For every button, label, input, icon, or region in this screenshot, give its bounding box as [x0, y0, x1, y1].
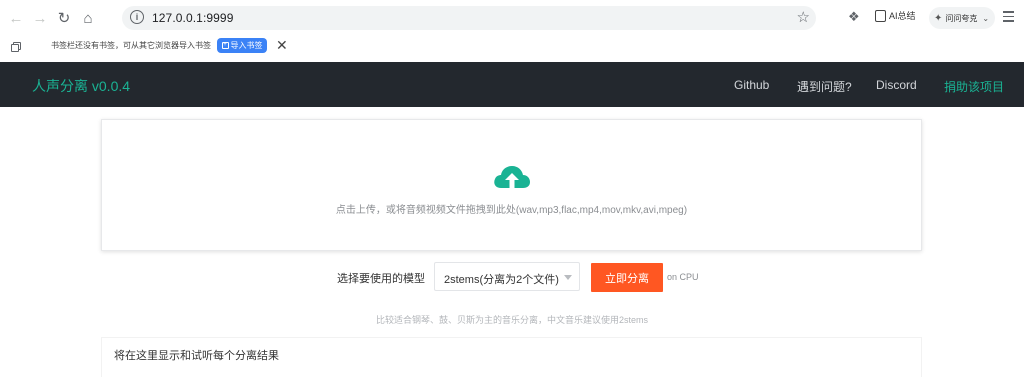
- browser-toolbar: ← → ↻ ⌂ i 127.0.0.1:9999 ☆ ❖ AI总结 ✦ 问问夸克…: [0, 0, 1024, 36]
- home-icon[interactable]: ⌂: [78, 8, 98, 28]
- app-navbar: 人声分离 v0.0.4 Github 遇到问题? Discord 捐助该项目: [0, 62, 1024, 107]
- address-bar[interactable]: i 127.0.0.1:9999 ☆: [122, 6, 816, 30]
- main-content: 点击上传，或将音频视频文件拖拽到此处(wav,mp3,flac,mp4,mov,…: [0, 107, 1024, 377]
- sparkle-icon: ✦: [934, 12, 943, 24]
- model-select[interactable]: 2stems(分离为2个文件): [434, 262, 580, 291]
- separate-now-button[interactable]: 立即分离: [591, 263, 663, 292]
- ai-summary-button[interactable]: AI总结: [875, 9, 916, 22]
- model-hint: 比较适合钢琴、鼓、贝斯为主的音乐分离，中文音乐建议使用2stems: [375, 315, 648, 325]
- nav-link-help[interactable]: 遇到问题?: [797, 78, 852, 95]
- nav-link-donate[interactable]: 捐助该项目: [944, 78, 1004, 95]
- bookmarks-empty-message: 书签栏还没有书签，可从其它浏览器导入书签: [51, 41, 211, 50]
- document-icon: [875, 9, 886, 22]
- ask-quark-button[interactable]: ✦ 问问夸克 ⌄: [929, 7, 995, 29]
- forward-icon[interactable]: →: [30, 8, 50, 28]
- nav-link-github[interactable]: Github: [734, 78, 769, 92]
- bookmark-star-icon[interactable]: ☆: [797, 8, 810, 26]
- upload-prompt: 点击上传，或将音频视频文件拖拽到此处(wav,mp3,flac,mp4,mov,…: [335, 205, 688, 216]
- bookmarks-bar: 书签栏还没有书签，可从其它浏览器导入书签 + 导入书签 ✕: [0, 36, 1024, 62]
- upload-dropzone[interactable]: 点击上传，或将音频视频文件拖拽到此处(wav,mp3,flac,mp4,mov,…: [101, 119, 922, 251]
- chevron-down-icon: ⌄: [982, 13, 990, 23]
- close-icon[interactable]: ✕: [276, 37, 288, 54]
- import-icon: +: [221, 42, 229, 49]
- reload-icon[interactable]: ↻: [54, 8, 74, 28]
- back-icon[interactable]: ←: [6, 8, 26, 28]
- url-text[interactable]: 127.0.0.1:9999: [152, 11, 233, 25]
- menu-icon[interactable]: [1003, 11, 1014, 25]
- cloud-upload-icon: [494, 166, 530, 188]
- app-title[interactable]: 人声分离 v0.0.4: [32, 76, 130, 96]
- ask-quark-label: 问问夸克: [945, 13, 978, 23]
- extensions-icon[interactable]: ❖: [848, 9, 860, 25]
- results-title: 将在这里显示和试听每个分离结果: [114, 350, 279, 362]
- device-note: on CPU: [667, 272, 699, 282]
- ai-summary-label: AI总结: [889, 11, 916, 21]
- import-bookmarks-label: 导入书签: [230, 41, 263, 50]
- site-info-icon[interactable]: i: [130, 10, 144, 24]
- import-bookmarks-button[interactable]: + 导入书签: [217, 38, 267, 53]
- dropdown-arrow-icon: [564, 275, 572, 280]
- model-selected-value: 2stems(分离为2个文件): [444, 274, 559, 286]
- bookmarks-icon[interactable]: [11, 42, 21, 52]
- results-panel: 将在这里显示和试听每个分离结果: [101, 337, 922, 377]
- model-label: 选择要使用的模型: [337, 273, 425, 285]
- nav-link-discord[interactable]: Discord: [876, 78, 917, 92]
